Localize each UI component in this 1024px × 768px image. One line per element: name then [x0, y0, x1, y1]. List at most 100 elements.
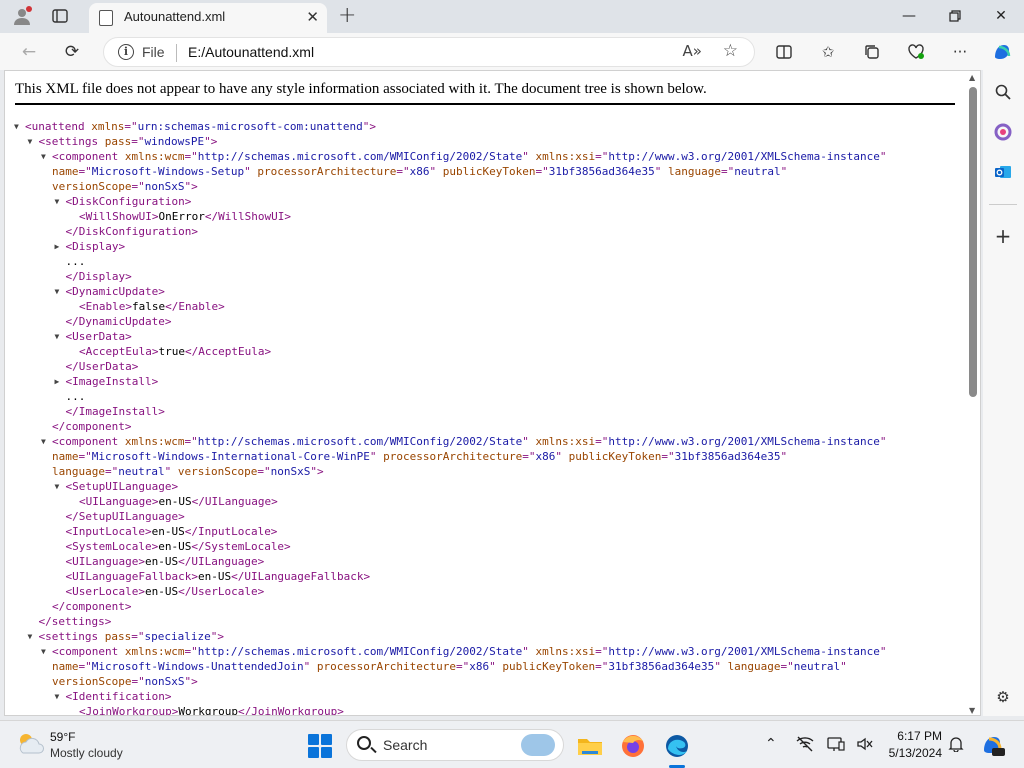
xml-token: xmlns:wcm — [124, 435, 185, 448]
collapse-toggle-icon[interactable]: ▼ — [28, 629, 33, 644]
xml-token: =" — [720, 165, 735, 178]
profile-icon[interactable] — [10, 5, 34, 27]
weather-desc[interactable]: Mostly cloudy — [50, 746, 123, 760]
back-icon[interactable]: ← — [16, 40, 42, 64]
xml-token: " — [840, 660, 847, 673]
xml-line: <Identification> — [66, 689, 172, 704]
office-icon[interactable] — [991, 120, 1015, 144]
xml-line: <unattend xmlns="urn:schemas-microsoft-c… — [25, 119, 376, 134]
taskbar-search[interactable]: Search — [346, 729, 564, 761]
xml-token: <UILanguage> — [79, 495, 159, 508]
xml-token: <settings — [38, 630, 105, 643]
xml-token: xmlns — [91, 120, 125, 133]
xml-token: http://schemas.microsoft.com/WMIConfig/2… — [197, 435, 523, 448]
network-icon[interactable] — [796, 736, 814, 756]
xml-token: " — [714, 660, 728, 673]
chevron-up-icon[interactable]: ⌃ — [765, 736, 777, 752]
collapse-toggle-icon[interactable]: ▼ — [41, 434, 46, 449]
xml-token: name — [52, 165, 79, 178]
collapse-toggle-icon[interactable]: ▼ — [55, 479, 60, 494]
search-label: Search — [383, 737, 428, 753]
xml-token: processorArchitecture — [316, 660, 456, 673]
close-window-icon[interactable]: ✕ — [978, 4, 1024, 28]
add-icon[interactable]: + — [991, 224, 1015, 248]
notification-icon[interactable] — [948, 736, 964, 756]
expand-toggle-icon[interactable]: ▶ — [55, 239, 60, 254]
xml-token: <UILanguageFallback> — [65, 570, 198, 583]
favorite-star-icon[interactable]: ☆ — [723, 41, 738, 61]
vertical-scrollbar[interactable]: ▲ ▼ — [966, 71, 980, 715]
edge-icon[interactable] — [663, 732, 691, 760]
tab-autounattend[interactable]: Autounattend.xml ✕ — [89, 3, 327, 33]
collapse-toggle-icon[interactable]: ▼ — [55, 329, 60, 344]
xml-line: </Display> — [66, 269, 132, 284]
xml-token: "> — [184, 675, 198, 688]
scrollbar-thumb[interactable] — [969, 87, 977, 397]
outlook-icon[interactable] — [991, 160, 1015, 184]
clock-time[interactable]: 6:17 PM — [882, 729, 942, 743]
split-screen-icon[interactable] — [771, 41, 797, 63]
collapse-toggle-icon[interactable]: ▼ — [14, 119, 19, 134]
settings-gear-icon[interactable]: ⚙ — [991, 685, 1015, 709]
refresh-icon[interactable]: ⟳ — [59, 40, 85, 64]
xml-token: x86 — [469, 660, 490, 673]
read-aloud-icon[interactable]: A» — [683, 42, 702, 60]
xml-line: <settings pass="specialize"> — [39, 629, 224, 644]
info-icon[interactable]: i — [118, 44, 134, 60]
xml-token: " — [522, 435, 536, 448]
xml-token: </UserData> — [65, 360, 139, 373]
weather-temp[interactable]: 59°F — [50, 730, 75, 744]
volume-icon[interactable] — [856, 736, 874, 756]
xml-line: </SetupUILanguage> — [66, 509, 185, 524]
expand-toggle-icon[interactable]: ▶ — [55, 374, 60, 389]
minimize-icon[interactable]: — — [886, 4, 932, 28]
collections-icon[interactable] — [859, 41, 885, 63]
xml-line: <settings pass="windowsPE"> — [39, 134, 218, 149]
xml-line: name="Microsoft-Windows-International-Co… — [52, 449, 787, 464]
xml-token: </component> — [52, 420, 132, 433]
collapse-toggle-icon[interactable]: ▼ — [55, 194, 60, 209]
weather-icon[interactable] — [16, 731, 44, 757]
xml-line: versionScope="nonSxS"> — [52, 179, 198, 194]
favorites-icon[interactable]: ✩ — [815, 41, 841, 63]
more-icon[interactable]: ··· — [947, 41, 973, 63]
xml-token: versionScope — [177, 465, 258, 478]
collapse-toggle-icon[interactable]: ▼ — [55, 689, 60, 704]
xml-token: 31bf3856ad364e35 — [548, 165, 655, 178]
tab-actions-icon[interactable] — [48, 5, 72, 27]
windows-start-icon[interactable] — [308, 734, 332, 758]
file-explorer-icon[interactable] — [576, 732, 604, 760]
xml-token: =" — [184, 435, 198, 448]
restore-icon[interactable] — [932, 4, 978, 28]
clock-date[interactable]: 5/13/2024 — [882, 746, 942, 760]
address-bar[interactable]: i File E:/Autounattend.xml A» ☆ — [103, 37, 755, 67]
performance-icon[interactable] — [903, 41, 929, 63]
sidebar-search-icon[interactable] — [991, 80, 1015, 104]
xml-token: </settings> — [38, 615, 112, 628]
address-url[interactable]: E:/Autounattend.xml — [188, 44, 314, 60]
display-icon[interactable] — [827, 736, 845, 756]
xml-token: urn:schemas-microsoft-com:unattend — [137, 120, 363, 133]
firefox-icon[interactable] — [619, 732, 647, 760]
collapse-toggle-icon[interactable]: ▼ — [41, 644, 46, 659]
collapse-toggle-icon[interactable]: ▼ — [41, 149, 46, 164]
xml-line: name="Microsoft-Windows-Setup" processor… — [52, 164, 787, 179]
copilot-icon[interactable] — [989, 41, 1015, 63]
new-tab-icon[interactable]: + — [338, 3, 356, 28]
xml-token: http://www.w3.org/2001/XMLSchema-instanc… — [608, 150, 880, 163]
xml-token: <SystemLocale> — [65, 540, 159, 553]
close-tab-icon[interactable]: ✕ — [306, 8, 319, 26]
scroll-down-icon[interactable]: ▼ — [969, 706, 975, 715]
scroll-up-icon[interactable]: ▲ — [969, 73, 975, 82]
xml-token: Microsoft-Windows-UnattendedJoin — [91, 660, 304, 673]
xml-line: </ImageInstall> — [66, 404, 165, 419]
xml-token: <component — [52, 150, 125, 163]
collapse-toggle-icon[interactable]: ▼ — [55, 284, 60, 299]
collapse-toggle-icon[interactable]: ▼ — [28, 134, 33, 149]
xml-token: x86 — [409, 165, 430, 178]
xml-token: " — [555, 450, 569, 463]
xml-token: neutral — [118, 465, 165, 478]
xml-token: http://www.w3.org/2001/XMLSchema-instanc… — [608, 435, 880, 448]
copilot-pre-icon[interactable] — [980, 732, 1006, 762]
xml-token: Microsoft-Windows-International-Core-Win… — [91, 450, 370, 463]
